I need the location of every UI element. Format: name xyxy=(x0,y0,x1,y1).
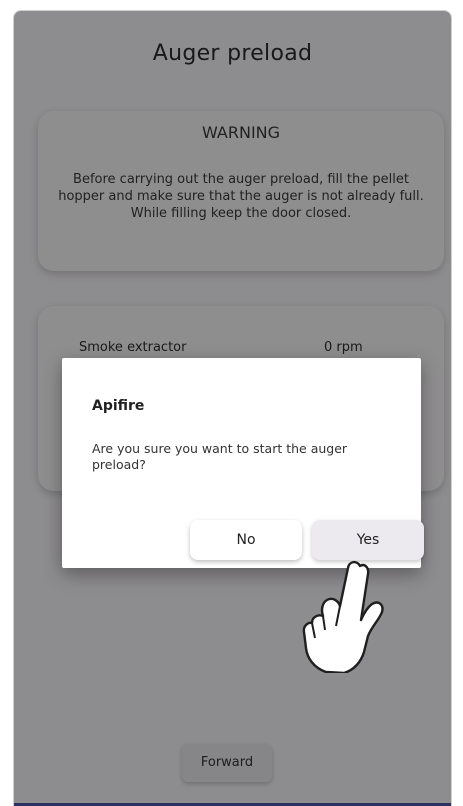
app-screen: Auger preload WARNING Before carrying ou… xyxy=(13,10,452,806)
pointing-hand-icon xyxy=(302,560,384,673)
confirm-dialog: Apifire Are you sure you want to start t… xyxy=(62,358,424,568)
dialog-message: Are you sure you want to start the auger… xyxy=(92,441,348,472)
dialog-title: Apifire xyxy=(92,398,145,414)
